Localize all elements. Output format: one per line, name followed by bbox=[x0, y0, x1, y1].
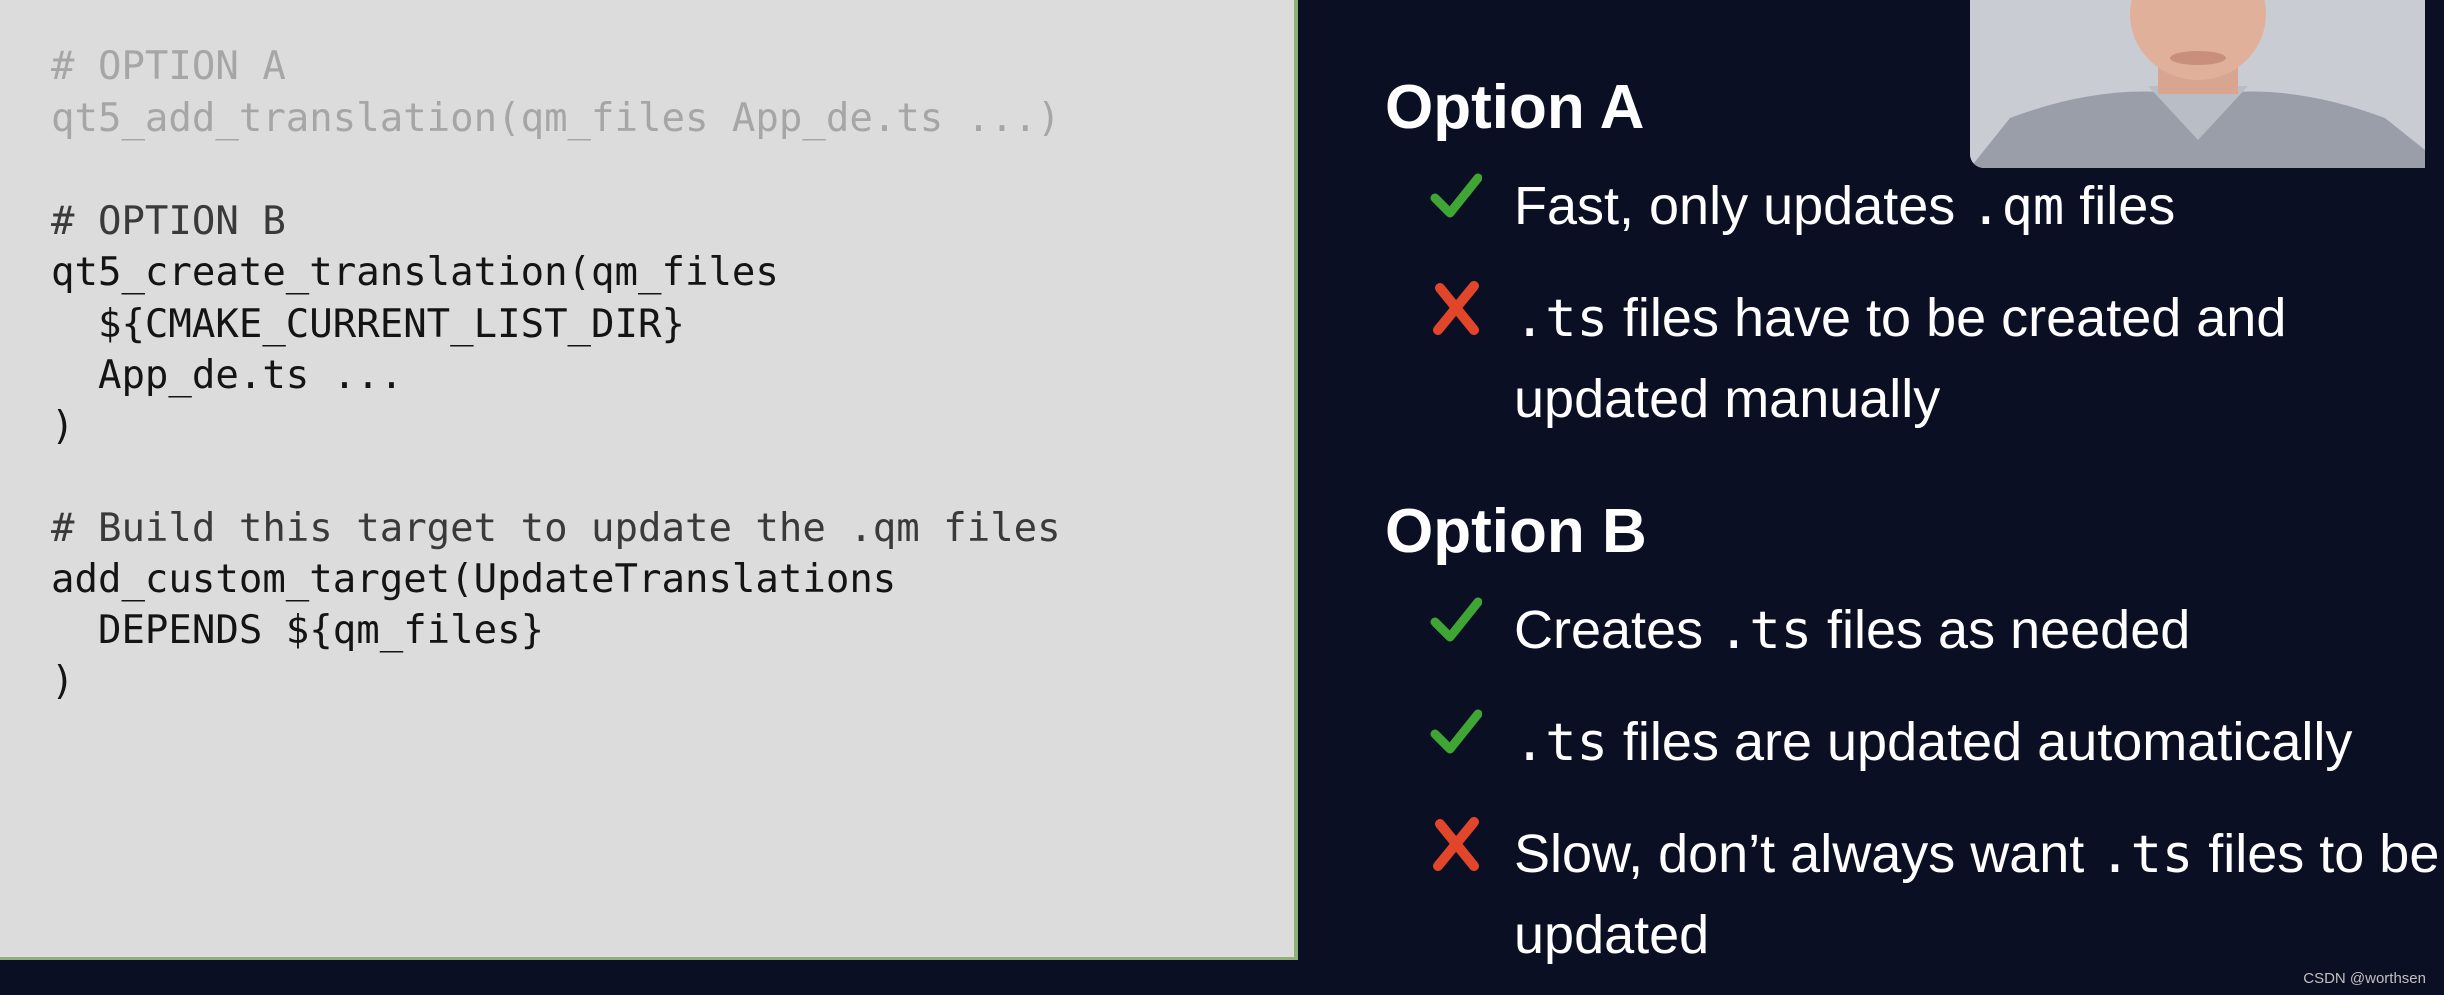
option-b-bullet-3: Slow, don’t always want .ts files to be … bbox=[1428, 814, 2444, 974]
option-a-bullet-2: .ts files have to be created and updated… bbox=[1428, 278, 2444, 438]
option-a-title: Option A bbox=[1385, 73, 1645, 142]
code-line-depends: DEPENDS ${qm_files} bbox=[51, 608, 545, 653]
presenter-webcam bbox=[1970, 0, 2425, 168]
option-b-bullet-2: .ts files are updated automatically bbox=[1428, 702, 2444, 792]
watermark: CSDN @worthsen bbox=[2303, 970, 2426, 987]
option-a-bullet-1: Fast, only updates .qm files bbox=[1428, 166, 2444, 256]
code-line-add-translation: qt5_add_translation(qm_files App_de.ts .… bbox=[51, 96, 1061, 141]
check-icon bbox=[1428, 166, 1484, 226]
code-line-close-paren: ) bbox=[51, 404, 75, 449]
code-line-app-de: App_de.ts ... bbox=[51, 353, 404, 398]
cross-icon bbox=[1428, 814, 1484, 874]
check-icon bbox=[1428, 702, 1484, 762]
presenter-image bbox=[1970, 0, 2425, 168]
code-line-close-paren-2: ) bbox=[51, 659, 75, 704]
bullet-text: .ts files are updated automatically bbox=[1514, 712, 2353, 773]
code-comment-option-a: # OPTION A bbox=[51, 44, 286, 89]
option-b-bullet-1: Creates .ts files as needed bbox=[1428, 590, 2444, 680]
code-comment-build-target: # Build this target to update the .qm fi… bbox=[51, 506, 1061, 551]
check-icon bbox=[1428, 590, 1484, 650]
bullet-text: Creates .ts files as needed bbox=[1514, 600, 2191, 661]
code-line-create-translation: qt5_create_translation(qm_files bbox=[51, 250, 779, 295]
bullet-text: Fast, only updates .qm files bbox=[1514, 176, 2176, 237]
bullet-text: .ts files have to be created and updated… bbox=[1514, 288, 2302, 429]
code-panel: # OPTION A qt5_add_translation(qm_files … bbox=[0, 0, 1298, 960]
bullet-text: Slow, don’t always want .ts files to be … bbox=[1514, 824, 2440, 965]
code-comment-option-b: # OPTION B bbox=[51, 199, 286, 244]
cross-icon bbox=[1428, 278, 1484, 338]
code-line-list-dir: ${CMAKE_CURRENT_LIST_DIR} bbox=[51, 302, 685, 347]
option-b-title: Option B bbox=[1385, 497, 1647, 566]
code-line-add-custom-target: add_custom_target(UpdateTranslations bbox=[51, 557, 897, 602]
